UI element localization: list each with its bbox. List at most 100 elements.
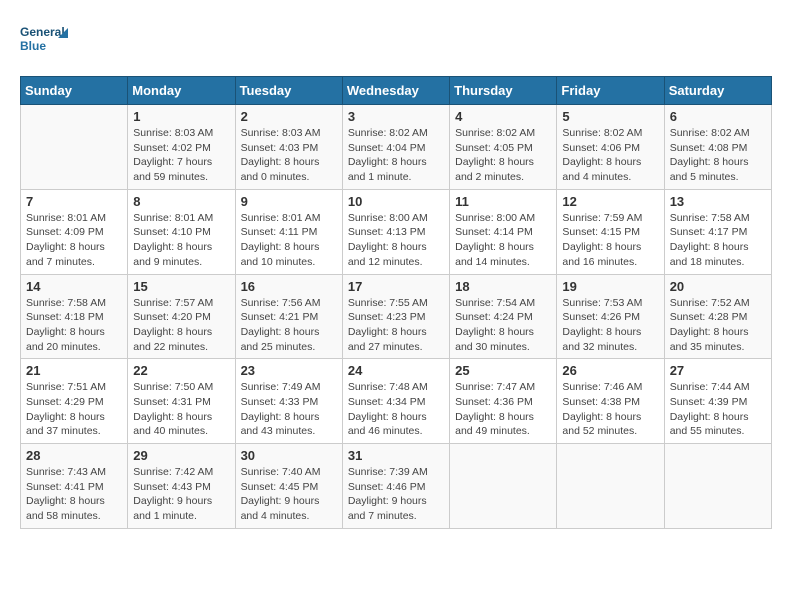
- day-info: Sunrise: 8:03 AMSunset: 4:03 PMDaylight:…: [241, 126, 337, 185]
- weekday-header-row: SundayMondayTuesdayWednesdayThursdayFrid…: [21, 77, 772, 105]
- calendar-cell: [21, 105, 128, 190]
- day-number: 30: [241, 448, 337, 463]
- calendar-cell: 18Sunrise: 7:54 AMSunset: 4:24 PMDayligh…: [450, 274, 557, 359]
- day-number: 13: [670, 194, 766, 209]
- calendar-cell: 28 Sunrise: 7:43 AMSunset: 4:41 PMDayligh…: [21, 444, 128, 529]
- day-info: Sunrise: 7:50 AMSunset: 4:31 PMDaylight:…: [133, 380, 229, 439]
- day-number: 18: [455, 279, 551, 294]
- day-number: 5: [562, 109, 658, 124]
- calendar-cell: 16 Sunrise: 7:56 AMSunset: 4:21 PMDayligh…: [235, 274, 342, 359]
- calendar-cell: 25Sunrise: 7:47 AMSunset: 4:36 PMDayligh…: [450, 359, 557, 444]
- day-info: Sunrise: 8:01 AMSunset: 4:09 PMDaylight:…: [26, 211, 122, 270]
- day-number: 28: [26, 448, 122, 463]
- day-info: Sunrise: 7:58 AMSunset: 4:18 PMDaylight:…: [26, 296, 122, 355]
- day-info: Sunrise: 8:01 AMSunset: 4:10 PMDaylight:…: [133, 211, 229, 270]
- day-info: Sunrise: 7:48 AMSunset: 4:34 PMDaylight:…: [348, 380, 444, 439]
- weekday-friday: Friday: [557, 77, 664, 105]
- day-info: Sunrise: 8:02 AMSunset: 4:04 PMDaylight:…: [348, 126, 444, 185]
- day-info: Sunrise: 7:42 AMSunset: 4:43 PMDaylight:…: [133, 465, 229, 524]
- day-number: 3: [348, 109, 444, 124]
- weekday-sunday: Sunday: [21, 77, 128, 105]
- calendar-cell: 22 Sunrise: 7:50 AMSunset: 4:31 PMDayligh…: [128, 359, 235, 444]
- day-number: 4: [455, 109, 551, 124]
- day-info: Sunrise: 7:57 AMSunset: 4:20 PMDaylight:…: [133, 296, 229, 355]
- day-info: Sunrise: 8:00 AMSunset: 4:14 PMDaylight:…: [455, 211, 551, 270]
- day-number: 31: [348, 448, 444, 463]
- weekday-monday: Monday: [128, 77, 235, 105]
- day-info: Sunrise: 8:00 AMSunset: 4:13 PMDaylight:…: [348, 211, 444, 270]
- calendar-cell: 30Sunrise: 7:40 AMSunset: 4:45 PMDayligh…: [235, 444, 342, 529]
- day-number: 23: [241, 363, 337, 378]
- day-number: 24: [348, 363, 444, 378]
- day-number: 12: [562, 194, 658, 209]
- calendar-cell: 14 Sunrise: 7:58 AMSunset: 4:18 PMDayligh…: [21, 274, 128, 359]
- day-number: 25: [455, 363, 551, 378]
- calendar-cell: 11 Sunrise: 8:00 AMSunset: 4:14 PMDayligh…: [450, 189, 557, 274]
- day-number: 7: [26, 194, 122, 209]
- calendar-cell: [450, 444, 557, 529]
- logo: General Blue: [20, 20, 70, 60]
- calendar-cell: 6Sunrise: 8:02 AMSunset: 4:08 PMDaylight…: [664, 105, 771, 190]
- day-number: 22: [133, 363, 229, 378]
- day-number: 27: [670, 363, 766, 378]
- weekday-thursday: Thursday: [450, 77, 557, 105]
- day-number: 14: [26, 279, 122, 294]
- calendar-cell: 12 Sunrise: 7:59 AMSunset: 4:15 PMDayligh…: [557, 189, 664, 274]
- day-number: 16: [241, 279, 337, 294]
- calendar-cell: 21 Sunrise: 7:51 AMSunset: 4:29 PMDayligh…: [21, 359, 128, 444]
- day-number: 1: [133, 109, 229, 124]
- calendar-week-3: 14 Sunrise: 7:58 AMSunset: 4:18 PMDayligh…: [21, 274, 772, 359]
- calendar-cell: 8Sunrise: 8:01 AMSunset: 4:10 PMDaylight…: [128, 189, 235, 274]
- calendar-cell: 13Sunrise: 7:58 AMSunset: 4:17 PMDayligh…: [664, 189, 771, 274]
- day-info: Sunrise: 7:51 AMSunset: 4:29 PMDaylight:…: [26, 380, 122, 439]
- calendar-cell: 29 Sunrise: 7:42 AMSunset: 4:43 PMDayligh…: [128, 444, 235, 529]
- day-number: 11: [455, 194, 551, 209]
- day-number: 21: [26, 363, 122, 378]
- day-info: Sunrise: 7:59 AMSunset: 4:15 PMDaylight:…: [562, 211, 658, 270]
- weekday-tuesday: Tuesday: [235, 77, 342, 105]
- day-info: Sunrise: 8:01 AMSunset: 4:11 PMDaylight:…: [241, 211, 337, 270]
- calendar-cell: 9 Sunrise: 8:01 AMSunset: 4:11 PMDaylight…: [235, 189, 342, 274]
- calendar-cell: 10Sunrise: 8:00 AMSunset: 4:13 PMDayligh…: [342, 189, 449, 274]
- calendar-table: SundayMondayTuesdayWednesdayThursdayFrid…: [20, 76, 772, 529]
- calendar-cell: 23 Sunrise: 7:49 AMSunset: 4:33 PMDayligh…: [235, 359, 342, 444]
- logo-svg: General Blue: [20, 20, 70, 60]
- day-info: Sunrise: 7:39 AMSunset: 4:46 PMDaylight:…: [348, 465, 444, 524]
- calendar-cell: [664, 444, 771, 529]
- day-info: Sunrise: 7:46 AMSunset: 4:38 PMDaylight:…: [562, 380, 658, 439]
- day-number: 6: [670, 109, 766, 124]
- day-number: 19: [562, 279, 658, 294]
- calendar-cell: 27 Sunrise: 7:44 AMSunset: 4:39 PMDayligh…: [664, 359, 771, 444]
- day-info: Sunrise: 7:49 AMSunset: 4:33 PMDaylight:…: [241, 380, 337, 439]
- calendar-cell: 17Sunrise: 7:55 AMSunset: 4:23 PMDayligh…: [342, 274, 449, 359]
- day-number: 15: [133, 279, 229, 294]
- calendar-cell: 24 Sunrise: 7:48 AMSunset: 4:34 PMDayligh…: [342, 359, 449, 444]
- calendar-cell: 20 Sunrise: 7:52 AMSunset: 4:28 PMDayligh…: [664, 274, 771, 359]
- calendar-cell: 1 Sunrise: 8:03 AMSunset: 4:02 PMDaylight…: [128, 105, 235, 190]
- svg-text:General: General: [20, 25, 65, 39]
- page-header: General Blue: [20, 20, 772, 60]
- day-number: 20: [670, 279, 766, 294]
- calendar-week-1: 1 Sunrise: 8:03 AMSunset: 4:02 PMDaylight…: [21, 105, 772, 190]
- day-number: 26: [562, 363, 658, 378]
- day-number: 2: [241, 109, 337, 124]
- svg-text:Blue: Blue: [20, 39, 46, 53]
- day-number: 9: [241, 194, 337, 209]
- calendar-cell: 15 Sunrise: 7:57 AMSunset: 4:20 PMDayligh…: [128, 274, 235, 359]
- calendar-cell: 2 Sunrise: 8:03 AMSunset: 4:03 PMDaylight…: [235, 105, 342, 190]
- day-number: 29: [133, 448, 229, 463]
- calendar-cell: 4Sunrise: 8:02 AMSunset: 4:05 PMDaylight…: [450, 105, 557, 190]
- day-info: Sunrise: 8:02 AMSunset: 4:06 PMDaylight:…: [562, 126, 658, 185]
- weekday-saturday: Saturday: [664, 77, 771, 105]
- day-info: Sunrise: 7:52 AMSunset: 4:28 PMDaylight:…: [670, 296, 766, 355]
- calendar-cell: 26 Sunrise: 7:46 AMSunset: 4:38 PMDayligh…: [557, 359, 664, 444]
- calendar-cell: 3 Sunrise: 8:02 AMSunset: 4:04 PMDaylight…: [342, 105, 449, 190]
- calendar-cell: 5 Sunrise: 8:02 AMSunset: 4:06 PMDaylight…: [557, 105, 664, 190]
- calendar-week-2: 7 Sunrise: 8:01 AMSunset: 4:09 PMDaylight…: [21, 189, 772, 274]
- day-info: Sunrise: 7:56 AMSunset: 4:21 PMDaylight:…: [241, 296, 337, 355]
- weekday-wednesday: Wednesday: [342, 77, 449, 105]
- day-info: Sunrise: 8:03 AMSunset: 4:02 PMDaylight:…: [133, 126, 229, 185]
- day-info: Sunrise: 7:43 AMSunset: 4:41 PMDaylight:…: [26, 465, 122, 524]
- calendar-week-4: 21 Sunrise: 7:51 AMSunset: 4:29 PMDayligh…: [21, 359, 772, 444]
- day-info: Sunrise: 7:44 AMSunset: 4:39 PMDaylight:…: [670, 380, 766, 439]
